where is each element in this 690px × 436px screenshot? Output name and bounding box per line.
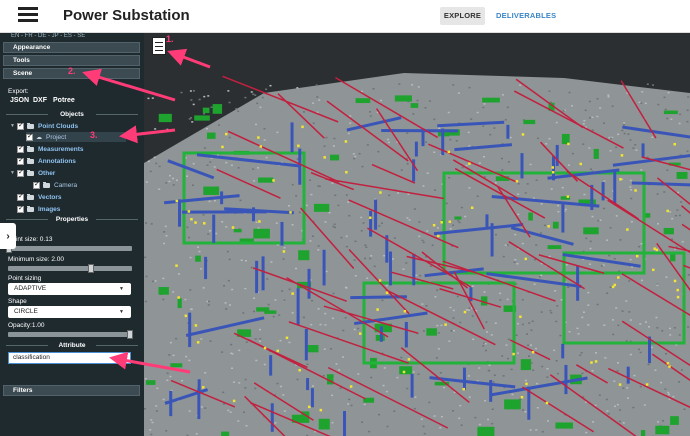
shape-select[interactable]: CIRCLE ▼ [8, 306, 131, 318]
minimum-size-label: Minimum size: 2.00 [8, 256, 64, 263]
tree-label: Project [46, 133, 67, 141]
tree-item-point-clouds[interactable]: ▼ Point Clouds [10, 121, 78, 131]
folder-icon [27, 205, 34, 212]
properties-heading: Properties [0, 215, 144, 224]
checkbox[interactable] [17, 204, 24, 213]
slider-handle[interactable] [127, 330, 133, 339]
point-sizing-select[interactable]: ADAPTIVE ▼ [8, 283, 131, 295]
attribute-select[interactable]: classification [8, 352, 131, 364]
appearance-accordion[interactable]: Appearance [3, 42, 140, 53]
top-bar: Power Substation EXPLORE DELIVERABLES [0, 0, 690, 33]
folder-icon [27, 157, 34, 164]
checkbox[interactable] [33, 180, 40, 189]
sidebar: EN - FR - DE - JP - ES - SE Appearance T… [0, 33, 144, 436]
checkbox[interactable] [17, 156, 24, 165]
annotation-label-1: 1. [166, 34, 174, 44]
page-title: Power Substation [63, 7, 190, 24]
tab-deliverables[interactable]: DELIVERABLES [496, 7, 556, 25]
document-icon[interactable] [152, 37, 166, 55]
chevron-down-icon: ▼ [119, 309, 124, 315]
checkbox[interactable] [26, 132, 33, 141]
tree-item-other[interactable]: ▼ Other [10, 168, 55, 178]
objects-heading: Objects [0, 110, 144, 119]
select-value: CIRCLE [14, 308, 38, 315]
checkbox[interactable] [17, 144, 24, 153]
slider-handle[interactable] [88, 264, 94, 273]
tab-explore[interactable]: EXPLORE [440, 7, 485, 25]
tools-accordion[interactable]: Tools [3, 55, 140, 66]
tree-item-project[interactable]: ☁ Project [26, 132, 126, 142]
tree-label: Other [38, 169, 56, 177]
collapse-sidebar-button[interactable]: › [0, 223, 16, 249]
menu-icon[interactable] [18, 7, 38, 23]
point-sizing-label: Point sizing [8, 275, 42, 282]
folder-icon [27, 122, 34, 129]
opacity-slider[interactable] [8, 330, 133, 339]
shape-label: Shape [8, 298, 27, 305]
expand-icon[interactable]: ▼ [10, 170, 17, 176]
folder-icon [43, 181, 50, 188]
minimum-size-slider[interactable] [8, 264, 132, 273]
filters-accordion[interactable]: Filters [3, 385, 140, 396]
annotation-label-2: 2. [68, 66, 76, 76]
tree-item-measurements[interactable]: Measurements [17, 144, 84, 154]
point-cloud-viewport[interactable] [144, 33, 690, 436]
export-dxf-button[interactable]: DXF [33, 97, 47, 104]
export-json-button[interactable]: JSON [10, 97, 29, 104]
tree-label: Vectors [38, 193, 62, 201]
tree-label: Measurements [38, 145, 84, 153]
point-size-slider[interactable] [6, 244, 132, 253]
point-cloud-scene [144, 73, 690, 436]
select-value: ADAPTIVE [14, 285, 47, 292]
tree-label: Point Clouds [38, 122, 79, 130]
checkbox[interactable] [17, 192, 24, 201]
checkbox[interactable] [17, 168, 24, 177]
export-label: Export: [8, 88, 29, 95]
folder-icon [27, 145, 34, 152]
tree-item-vectors[interactable]: Vectors [17, 192, 62, 202]
attribute-heading: Attribute [0, 341, 144, 350]
tree-item-annotations[interactable]: Annotations [17, 156, 76, 166]
tree-label: Images [38, 205, 61, 213]
tree-label: Camera [54, 181, 78, 189]
chevron-right-icon: › [6, 230, 10, 242]
export-potree-button[interactable]: Potree [53, 97, 75, 104]
folder-icon [27, 169, 34, 176]
tree-item-camera[interactable]: Camera [33, 180, 77, 190]
checkbox[interactable] [17, 121, 24, 130]
tree-label: Annotations [38, 157, 76, 165]
opacity-label: Opacity:1.00 [8, 322, 45, 329]
expand-icon[interactable]: ▼ [10, 123, 17, 129]
cloud-icon: ☁ [36, 134, 42, 141]
tree-item-images[interactable]: Images [17, 204, 60, 214]
chevron-down-icon: ▼ [119, 286, 124, 292]
annotation-label-3: 3. [90, 130, 98, 140]
language-links[interactable]: EN - FR - DE - JP - ES - SE [11, 33, 85, 39]
folder-icon [27, 193, 34, 200]
